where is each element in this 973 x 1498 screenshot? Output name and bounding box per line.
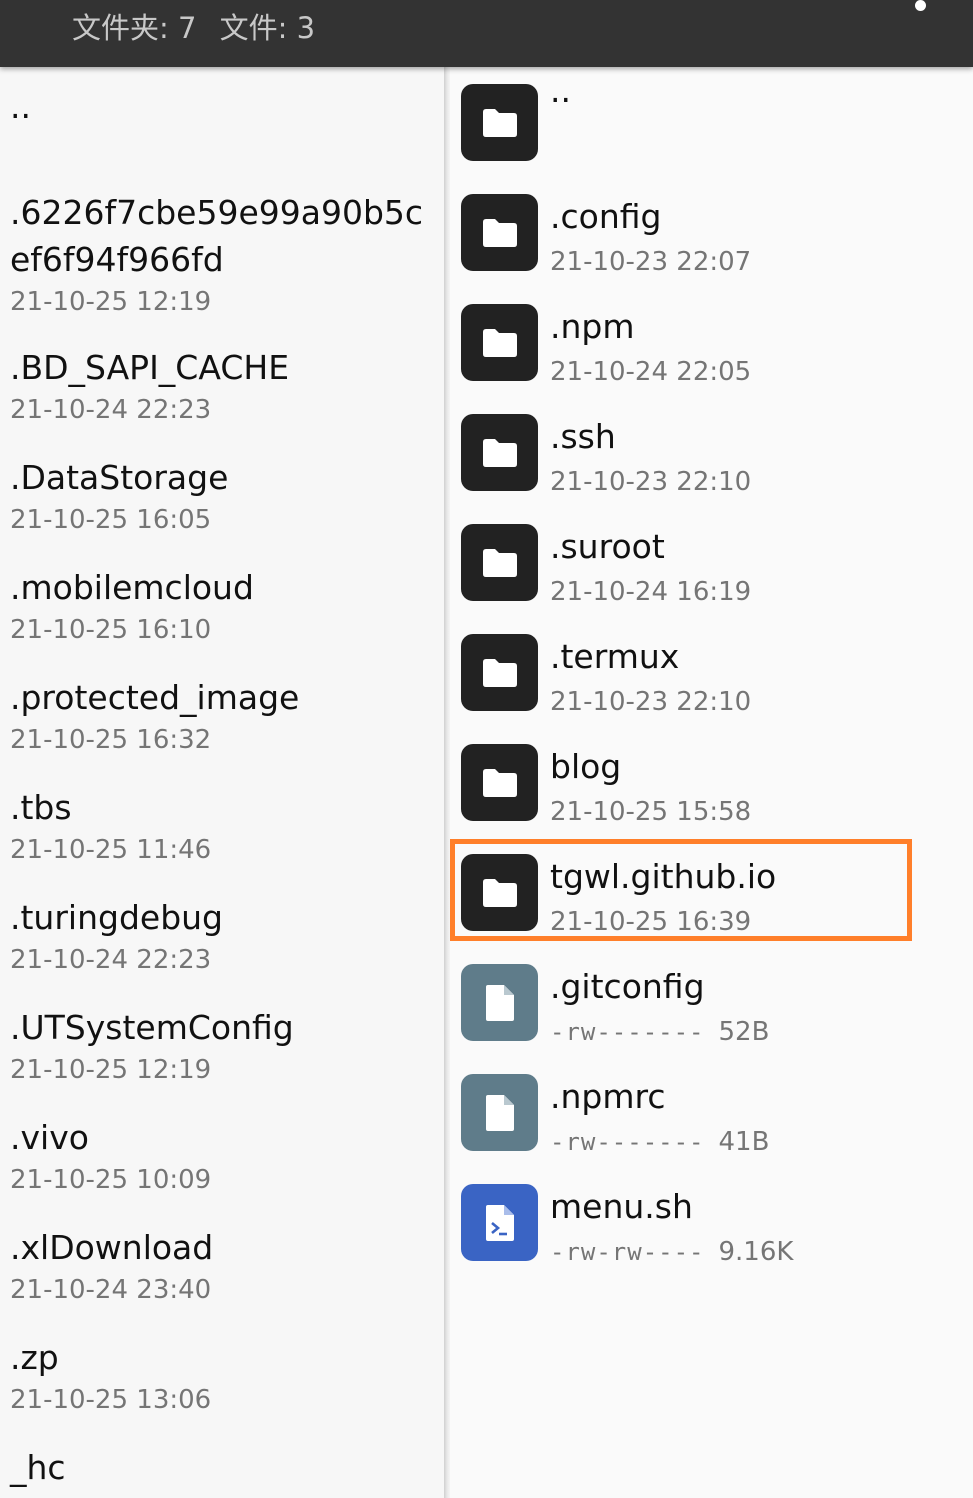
item-size: 9.16K <box>718 1237 794 1267</box>
right-list-item-npmrc[interactable]: .npmrc -rw------- 41B <box>450 1057 973 1167</box>
folder-icon <box>461 304 538 381</box>
item-date: 21-10-25 16:10 <box>10 615 212 645</box>
item-date: 21-10-24 22:23 <box>10 395 212 425</box>
item-name: .mobilemcloud <box>10 568 254 607</box>
item-name: .xlDownload <box>10 1228 214 1267</box>
right-list-item-ssh[interactable]: .ssh 21-10-23 22:10 <box>450 397 973 507</box>
left-list-item-xldownload[interactable]: .xlDownload 21-10-24 23:40 <box>10 1224 440 1307</box>
right-list-item-suroot[interactable]: .suroot 21-10-24 16:19 <box>450 507 973 617</box>
item-name: .termux <box>550 637 680 676</box>
item-date: 21-10-25 11:46 <box>10 835 212 865</box>
folder-icon <box>461 524 538 601</box>
script-file-icon <box>461 1184 538 1261</box>
left-list-item-parent[interactable]: .. <box>10 83 440 130</box>
item-file-info: -rw-rw---- 9.16K <box>550 1235 793 1269</box>
left-list-item-hc[interactable]: _hc <box>10 1444 440 1491</box>
right-list-item-config[interactable]: .config 21-10-23 22:07 <box>450 177 973 287</box>
item-name: .turingdebug <box>10 898 224 937</box>
left-list-item-vivo[interactable]: .vivo 21-10-25 10:09 <box>10 1114 440 1197</box>
folder-count: 文件夹: 7 <box>72 11 197 45</box>
overflow-menu-icon[interactable] <box>915 0 926 11</box>
item-name: .UTSystemConfig <box>10 1008 294 1047</box>
item-date: 21-10-25 16:32 <box>10 725 212 755</box>
item-date: 21-10-25 12:19 <box>10 1055 212 1085</box>
item-date: 21-10-25 13:06 <box>10 1385 212 1415</box>
item-date: 21-10-24 16:19 <box>550 577 752 607</box>
item-date: 21-10-23 22:10 <box>550 467 752 497</box>
item-name: .config <box>550 197 662 236</box>
right-list-item-gitconfig[interactable]: .gitconfig -rw------- 52B <box>450 947 973 1057</box>
selected-right-list-item-tgwl-github-io[interactable]: tgwl.github.io 21-10-25 16:39 <box>450 837 973 947</box>
item-date: 21-10-24 22:05 <box>550 357 752 387</box>
right-list-item-npm[interactable]: .npm 21-10-24 22:05 <box>450 287 973 397</box>
folder-icon <box>461 634 538 711</box>
item-counts: 文件夹: 7 文件: 3 <box>72 5 329 47</box>
item-name: .tbs <box>10 788 72 827</box>
item-permissions: -rw------- <box>550 1018 705 1046</box>
item-name: menu.sh <box>550 1187 693 1226</box>
item-date: 21-10-24 22:23 <box>10 945 212 975</box>
folder-icon <box>461 84 538 161</box>
right-list-item-blog[interactable]: blog 21-10-25 15:58 <box>450 727 973 837</box>
item-date: 21-10-23 22:07 <box>550 247 752 277</box>
item-name: .npm <box>550 307 635 346</box>
item-name: .6226f7cbe59e99a90b5cef6f94f966fd <box>10 193 424 279</box>
item-date: 21-10-25 12:19 <box>10 287 212 317</box>
left-list-item-datastorage[interactable]: .DataStorage 21-10-25 16:05 <box>10 454 440 537</box>
left-list-item-utsystemconfig[interactable]: .UTSystemConfig 21-10-25 12:19 <box>10 1004 440 1087</box>
right-list-item-parent[interactable]: .. <box>450 67 973 177</box>
item-name: .zp <box>10 1338 59 1377</box>
item-name: .vivo <box>10 1118 89 1157</box>
app-header: 文件夹: 7 文件: 3 <box>0 0 973 67</box>
right-list-item-termux[interactable]: .termux 21-10-23 22:10 <box>450 617 973 727</box>
folder-icon <box>461 414 538 491</box>
item-size: 41B <box>718 1127 770 1157</box>
item-name: .suroot <box>550 527 665 566</box>
file-icon <box>461 1074 538 1151</box>
left-file-pane: .. .6226f7cbe59e99a90b5cef6f94f966fd 21-10… <box>0 67 445 1498</box>
left-list-item-tbs[interactable]: .tbs 21-10-25 11:46 <box>10 784 440 867</box>
item-permissions: -rw------- <box>550 1128 705 1156</box>
item-size: 52B <box>718 1017 770 1047</box>
folder-icon <box>461 194 538 271</box>
right-file-pane: .. .config 21-10-23 22:07 .npm 21-10-24 22:0… <box>450 67 973 1498</box>
item-name: .. <box>10 87 31 126</box>
item-file-info: -rw------- 41B <box>550 1125 769 1159</box>
item-date: 21-10-24 23:40 <box>10 1275 212 1305</box>
item-date: 21-10-23 22:10 <box>550 687 752 717</box>
item-name: .. <box>550 71 571 110</box>
item-name: .gitconfig <box>550 967 705 1006</box>
item-name: .ssh <box>550 417 616 456</box>
item-permissions: -rw-rw---- <box>550 1238 705 1266</box>
left-list-item-protected-image[interactable]: .protected_image 21-10-25 16:32 <box>10 674 440 757</box>
selection-highlight <box>450 839 912 941</box>
left-list-item-zp[interactable]: .zp 21-10-25 13:06 <box>10 1334 440 1417</box>
item-date: 21-10-25 15:58 <box>550 797 752 827</box>
folder-icon <box>461 744 538 821</box>
item-name: _hc <box>10 1448 66 1487</box>
file-count: 文件: 3 <box>219 11 316 45</box>
left-list-item-turingdebug[interactable]: .turingdebug 21-10-24 22:23 <box>10 894 440 977</box>
left-list-item-6226f7cbe59e99a90b5cef6f94f966fd[interactable]: .6226f7cbe59e99a90b5cef6f94f966fd 21-10-2… <box>10 189 440 319</box>
item-file-info: -rw------- 52B <box>550 1015 769 1049</box>
right-list-item-menu-sh[interactable]: menu.sh -rw-rw---- 9.16K <box>450 1167 973 1277</box>
item-name: .protected_image <box>10 678 300 717</box>
item-date: 21-10-25 16:05 <box>10 505 212 535</box>
file-icon <box>461 964 538 1041</box>
left-list-item-bd-sapi-cache[interactable]: .BD_SAPI_CACHE 21-10-24 22:23 <box>10 344 440 427</box>
item-name: blog <box>550 747 622 786</box>
item-name: .BD_SAPI_CACHE <box>10 348 290 387</box>
item-name: .DataStorage <box>10 458 229 497</box>
left-list-item-mobilemcloud[interactable]: .mobilemcloud 21-10-25 16:10 <box>10 564 440 647</box>
item-date: 21-10-25 10:09 <box>10 1165 212 1195</box>
item-name: .npmrc <box>550 1077 666 1116</box>
